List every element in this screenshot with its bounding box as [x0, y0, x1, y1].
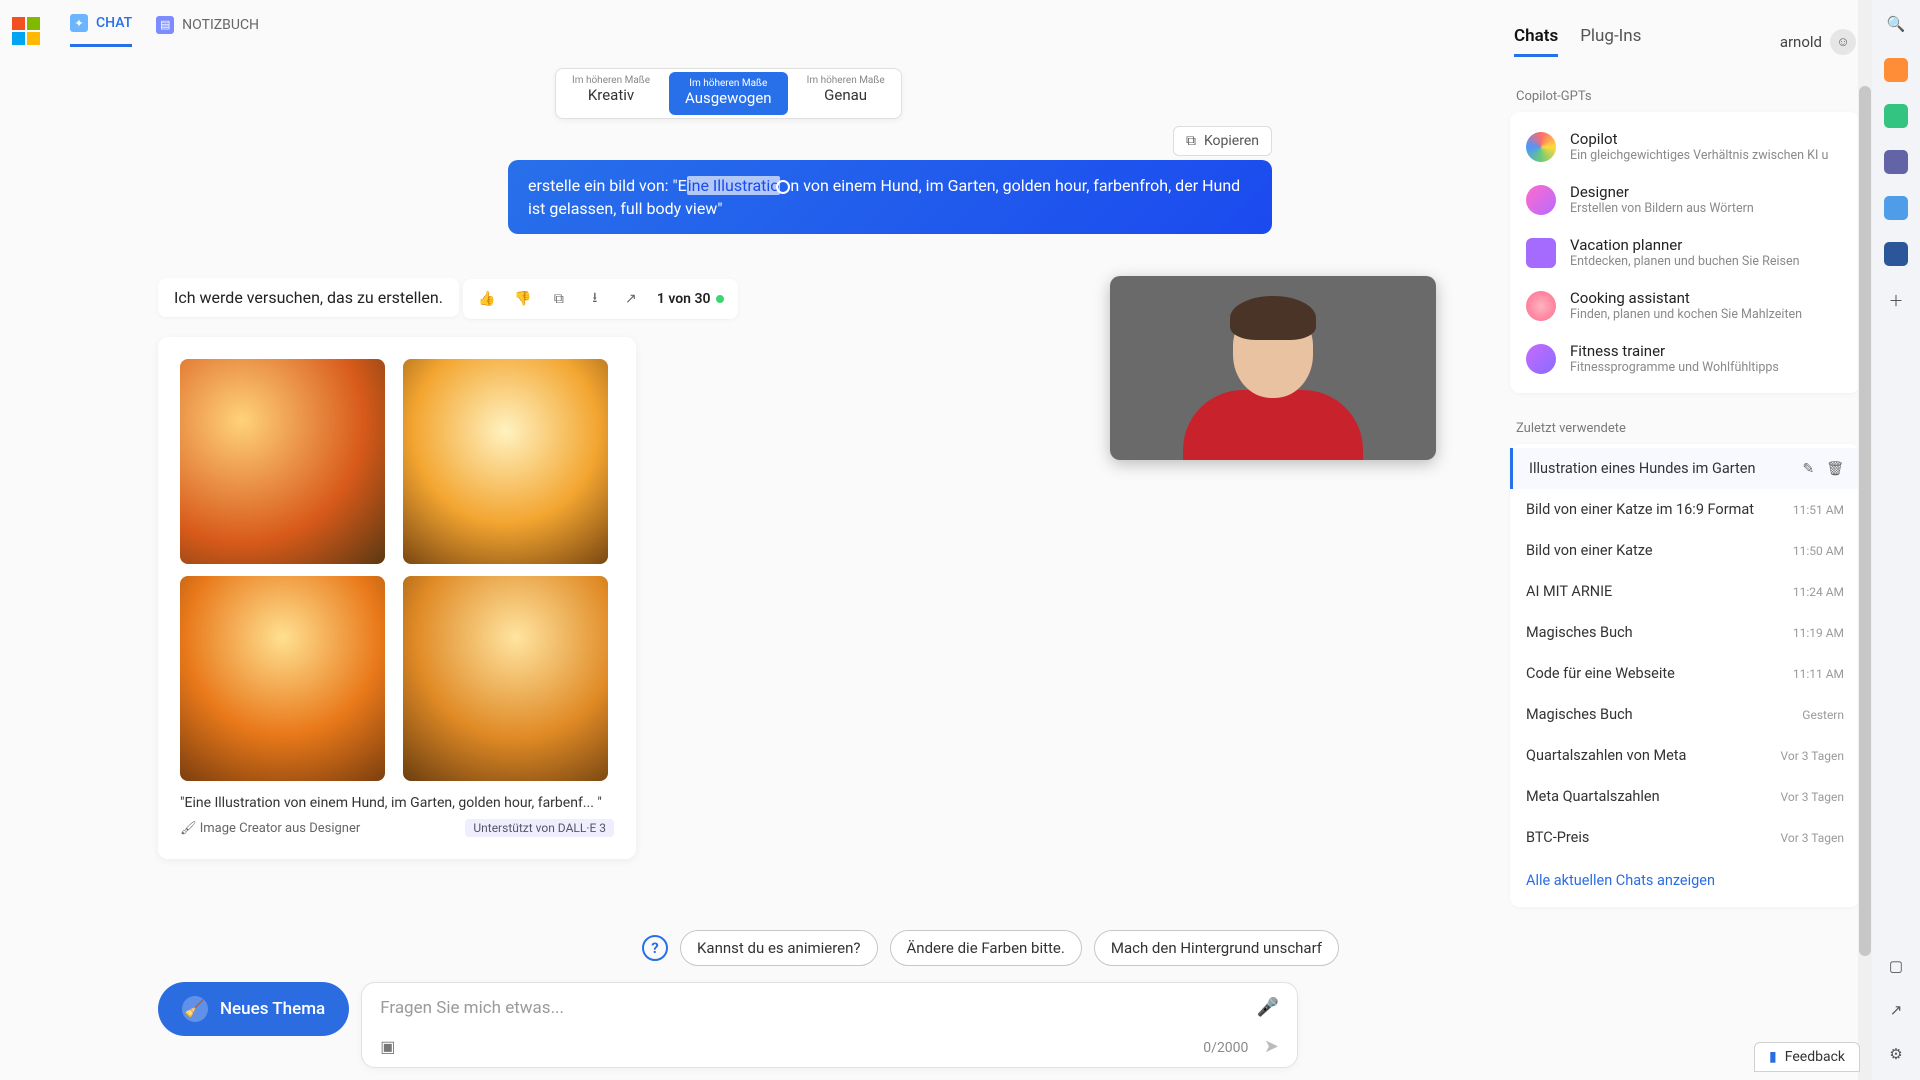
gpt-vacation[interactable]: Vacation plannerEntdecken, planen und bu…	[1510, 226, 1860, 279]
user-menu[interactable]: arnold ☺	[1780, 29, 1856, 55]
copy-icon[interactable]: ⧉	[549, 289, 569, 309]
generated-image-4[interactable]	[403, 576, 608, 781]
right-sidebar: Chats Plug-Ins arnold ☺ Copilot-GPTs Cop…	[1510, 20, 1860, 907]
recent-item[interactable]: Bild von einer Katze im 16:9 Format11:51…	[1510, 489, 1860, 530]
user-message: erstelle ein bild von: "Eine Illustratio…	[508, 160, 1272, 234]
style-creative[interactable]: Im höheren Maße Kreativ	[556, 69, 666, 118]
new-topic-icon: 🧹	[182, 996, 208, 1022]
plus-icon[interactable]: ＋	[1884, 288, 1908, 312]
style-selector: Im höheren Maße Kreativ Im höheren Maße …	[555, 68, 902, 119]
top-bar: ✦ CHAT ▤ NOTIZBUCH	[12, 14, 259, 47]
teams-icon[interactable]	[1884, 150, 1908, 174]
dumbbell-icon	[1526, 344, 1556, 374]
message-toolbar: 👍 👎 ⧉ ⭳ ↗ 1 von 30	[463, 279, 739, 319]
thumbs-up-icon[interactable]: 👍	[477, 289, 497, 309]
gpt-fitness[interactable]: Fitness trainerFitnessprogramme und Wohl…	[1510, 332, 1860, 385]
settings-icon[interactable]: ⚙	[1884, 1042, 1908, 1066]
recent-item[interactable]: Code für eine Webseite11:11 AM	[1510, 653, 1860, 694]
copy-icon: ⧉	[1186, 133, 1196, 149]
feedback-button[interactable]: ▮ Feedback	[1754, 1042, 1860, 1072]
avatar-icon: ☺	[1830, 29, 1856, 55]
share-icon[interactable]: ↗	[621, 289, 641, 309]
chip-colors[interactable]: Ändere die Farben bitte.	[890, 930, 1082, 966]
copy-button[interactable]: ⧉ Kopieren	[1173, 126, 1272, 156]
generated-image-2[interactable]	[403, 359, 608, 564]
image-source[interactable]: 🖌 Image Creator aus Designer	[180, 821, 360, 836]
recent-section-label: Zuletzt verwendete	[1516, 421, 1860, 436]
feedback-icon: ▮	[1769, 1049, 1777, 1065]
designer-icon	[1526, 185, 1556, 215]
char-counter: 0/2000	[1203, 1040, 1248, 1056]
gpt-cooking[interactable]: Cooking assistantFinden, planen und koch…	[1510, 279, 1860, 332]
text-selection: ine Illustratio	[687, 176, 781, 195]
chip-blur[interactable]: Mach den Hintergrund unscharf	[1094, 930, 1339, 966]
image-caption: "Eine Illustration von einem Hund, im Ga…	[180, 795, 614, 811]
search-icon[interactable]: 🔍	[1884, 12, 1908, 36]
side-tab-chats[interactable]: Chats	[1514, 26, 1558, 57]
external-icon[interactable]: ↗	[1884, 998, 1908, 1022]
recent-item[interactable]: Magisches BuchGestern	[1510, 694, 1860, 735]
suggestion-chips: ? Kannst du es animieren? Ändere die Far…	[642, 930, 1339, 966]
text-caret	[776, 180, 790, 194]
gpts-section-label: Copilot-GPTs	[1516, 89, 1860, 104]
generated-image-1[interactable]	[180, 359, 385, 564]
bot-message: Ich werde versuchen, das zu erstellen.	[158, 278, 459, 317]
recent-item[interactable]: AI MIT ARNIE11:24 AM	[1510, 571, 1860, 612]
notebook-icon: ▤	[156, 16, 174, 34]
donut-icon	[1526, 291, 1556, 321]
status-dot-icon	[716, 295, 724, 303]
office-icon[interactable]	[1884, 242, 1908, 266]
tools-icon[interactable]	[1884, 104, 1908, 128]
recent-item[interactable]: Bild von einer Katze11:50 AM	[1510, 530, 1860, 571]
recent-item[interactable]: Illustration eines Hundes im Garten ✎🗑	[1510, 448, 1860, 489]
recent-item[interactable]: BTC-PreisVor 3 Tagen	[1510, 817, 1860, 858]
new-topic-button[interactable]: 🧹 Neues Thema	[158, 982, 349, 1036]
send-icon[interactable]: ➤	[1264, 1036, 1279, 1057]
style-precise[interactable]: Im höheren Maße Genau	[791, 69, 901, 118]
thumbs-down-icon[interactable]: 👎	[513, 289, 533, 309]
prompt-input[interactable]	[380, 998, 1144, 1018]
webcam-overlay[interactable]	[1110, 276, 1436, 460]
copilot-icon	[1526, 132, 1556, 162]
gpt-copilot[interactable]: CopilotEin gleichgewichtiges Verhältnis …	[1510, 120, 1860, 173]
style-balanced[interactable]: Im höheren Maße Ausgewogen	[669, 72, 788, 115]
recent-item[interactable]: Quartalszahlen von MetaVor 3 Tagen	[1510, 735, 1860, 776]
outlook-icon[interactable]	[1884, 196, 1908, 220]
tab-chat-label: CHAT	[96, 15, 132, 31]
tab-chat[interactable]: ✦ CHAT	[70, 14, 132, 47]
scrollbar-thumb[interactable]	[1859, 86, 1871, 956]
shopping-icon[interactable]	[1884, 58, 1908, 82]
recent-item[interactable]: Meta QuartalszahlenVor 3 Tagen	[1510, 776, 1860, 817]
tab-notebook[interactable]: ▤ NOTIZBUCH	[156, 14, 259, 47]
suitcase-icon	[1526, 238, 1556, 268]
generated-image-3[interactable]	[180, 576, 385, 781]
image-upload-icon[interactable]: ▣	[380, 1037, 395, 1056]
gpt-designer[interactable]: DesignerErstellen von Bildern aus Wörter…	[1510, 173, 1860, 226]
composer: 🎤 ▣ 0/2000 ➤	[361, 982, 1298, 1068]
tab-notebook-label: NOTIZBUCH	[182, 17, 259, 33]
edit-icon[interactable]: ✎	[1802, 461, 1814, 477]
download-icon[interactable]: ⭳	[585, 289, 605, 309]
chip-animate[interactable]: Kannst du es animieren?	[680, 930, 878, 966]
recent-item[interactable]: Magisches Buch11:19 AM	[1510, 612, 1860, 653]
turn-counter: 1 von 30	[657, 291, 725, 307]
ms-logo	[12, 17, 40, 45]
delete-icon[interactable]: 🗑	[1826, 461, 1844, 477]
side-tab-plugins[interactable]: Plug-Ins	[1580, 26, 1641, 57]
chat-icon: ✦	[70, 14, 88, 32]
help-icon[interactable]: ?	[642, 935, 668, 961]
panel-icon[interactable]: ▢	[1884, 954, 1908, 978]
edge-sidebar: 🔍 ＋ ▢ ↗ ⚙	[1872, 0, 1920, 1080]
dalle-badge: Unterstützt von DALL·E 3	[465, 819, 614, 837]
show-all-chats-link[interactable]: Alle aktuellen Chats anzeigen	[1510, 858, 1860, 903]
image-results-card: "Eine Illustration von einem Hund, im Ga…	[158, 337, 636, 859]
mic-icon[interactable]: 🎤	[1257, 997, 1279, 1018]
